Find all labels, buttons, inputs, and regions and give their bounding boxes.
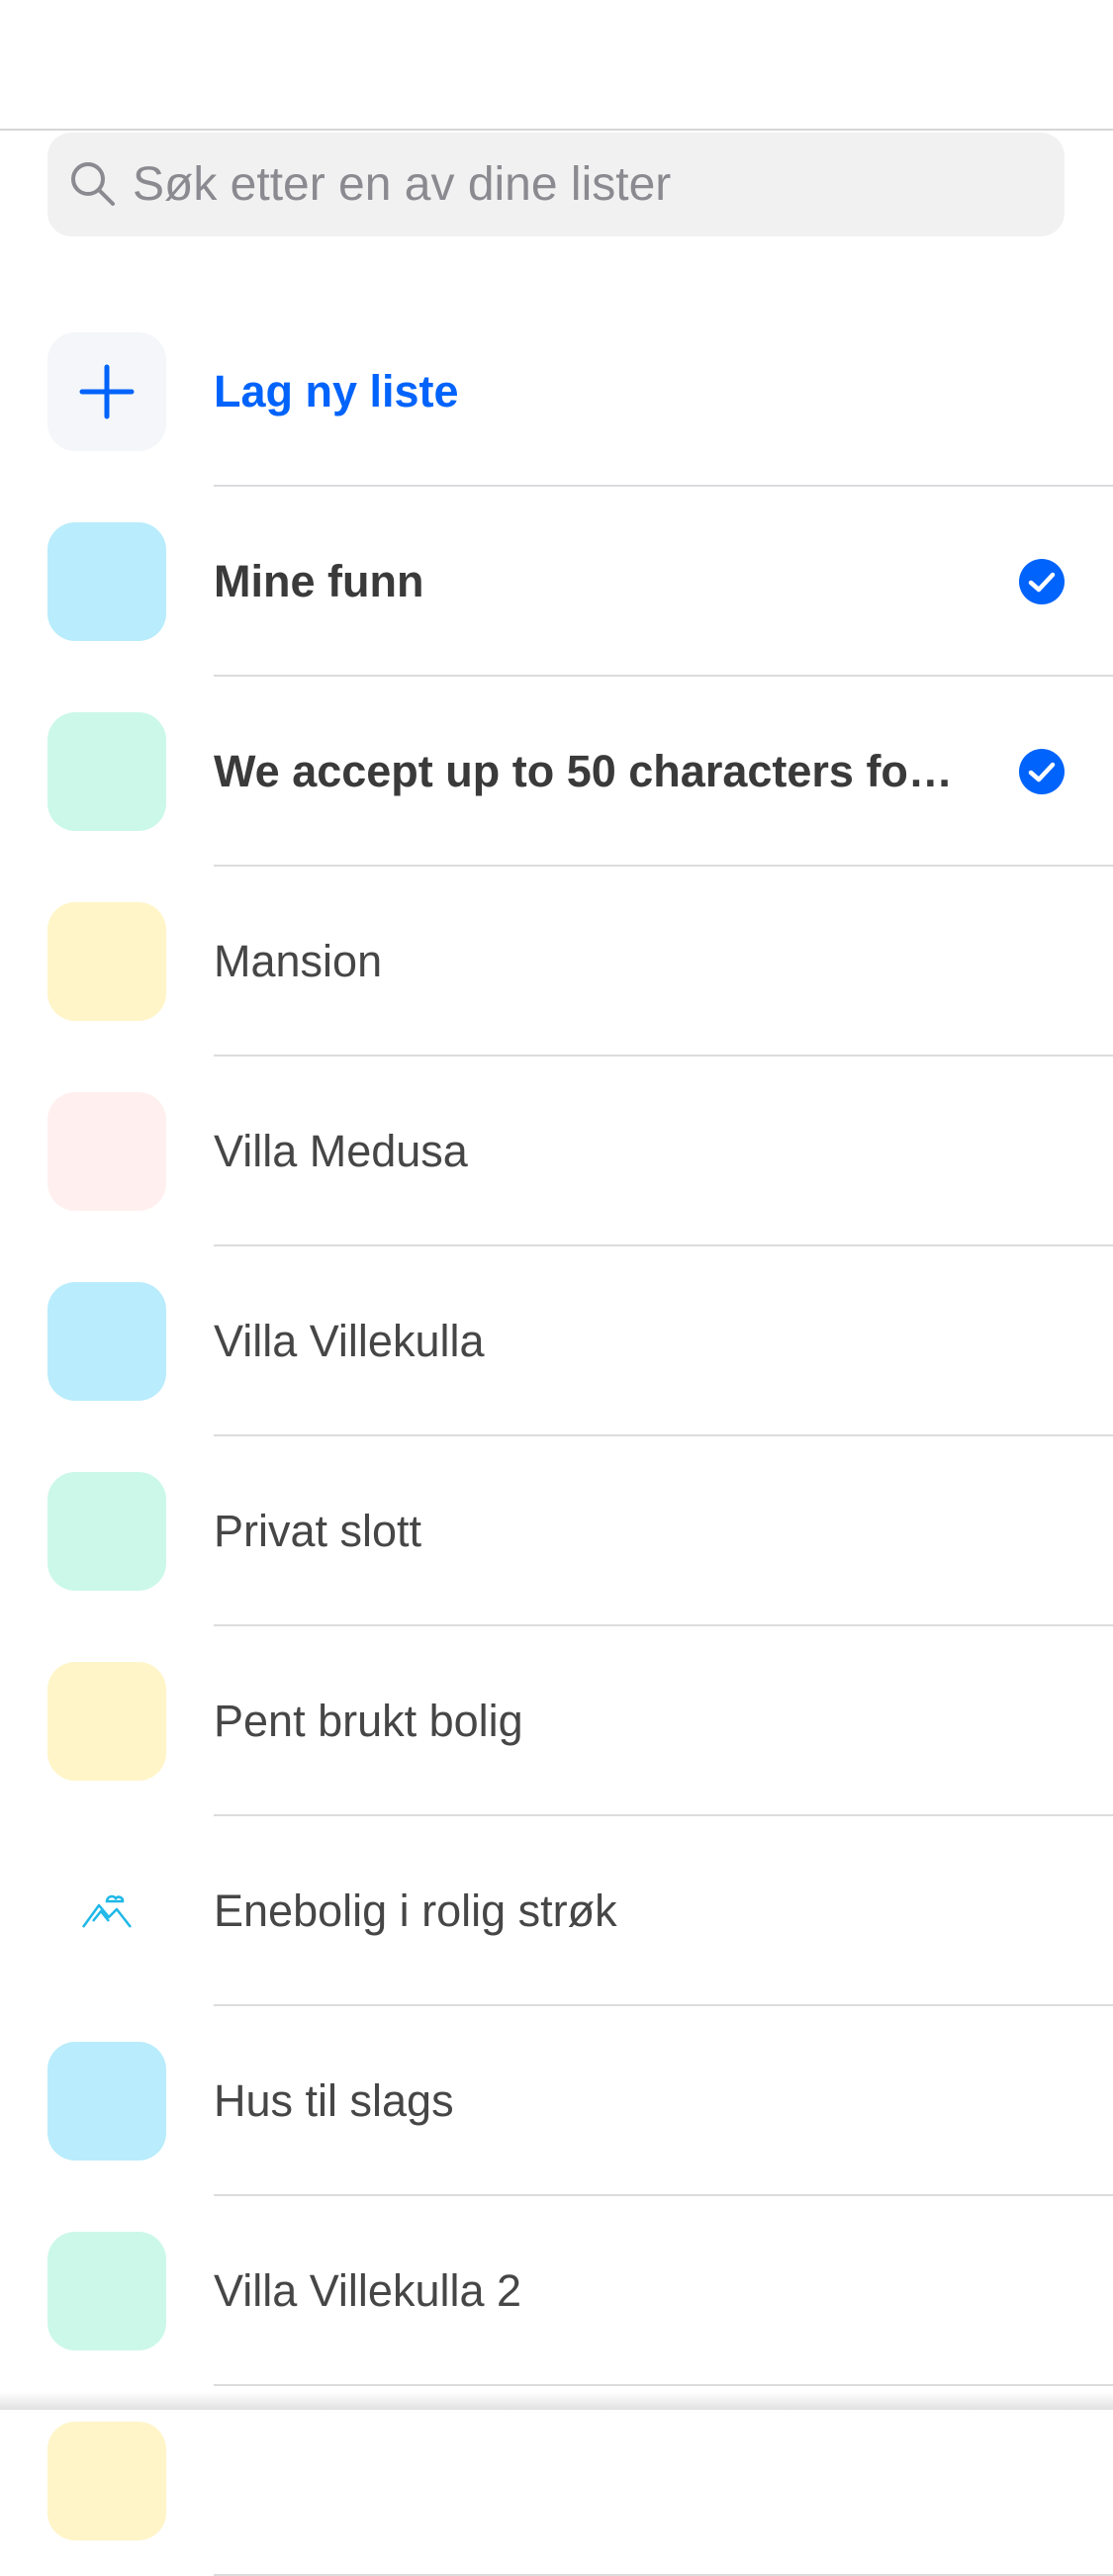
list-item-label: Mansion <box>214 936 383 986</box>
create-list-label[interactable]: Lag ny liste <box>214 297 459 487</box>
search-input[interactable] <box>133 133 1043 236</box>
image-placeholder-icon <box>47 1852 166 1971</box>
list-item[interactable]: Mansion <box>0 867 1113 1057</box>
list-color-swatch <box>47 2042 166 2161</box>
list-item[interactable] <box>0 2386 1113 2576</box>
list-item-label: Villa Medusa <box>214 1126 468 1176</box>
list-item-label: Hus til slags <box>214 2075 454 2126</box>
search-bar[interactable] <box>47 133 1065 236</box>
lists-list: Lag ny liste Mine funn We accept up to 50… <box>0 297 1113 2576</box>
list-item-label: Enebolig i rolig strøk <box>214 1886 617 1936</box>
list-item[interactable]: Villa Villekulla 2 <box>0 2196 1113 2386</box>
list-color-swatch <box>47 902 166 1021</box>
create-list-button[interactable] <box>47 332 166 451</box>
list-color-swatch <box>47 1472 166 1591</box>
list-color-swatch <box>47 712 166 831</box>
search-icon <box>71 162 115 206</box>
list-color-swatch <box>47 2422 166 2540</box>
top-bar <box>0 0 1113 131</box>
list-color-swatch <box>47 522 166 641</box>
list-color-swatch <box>47 1662 166 1781</box>
list-item[interactable]: Mine funn <box>0 487 1113 677</box>
bottom-edge-shadow <box>0 2392 1113 2410</box>
list-item[interactable]: Villa Medusa <box>0 1057 1113 1246</box>
list-item[interactable]: Privat slott <box>0 1436 1113 1626</box>
list-item[interactable]: Enebolig i rolig strøk <box>0 1816 1113 2006</box>
list-color-swatch <box>47 1092 166 1211</box>
list-color-swatch <box>47 1282 166 1401</box>
checkmark-icon[interactable] <box>1018 748 1066 795</box>
list-item[interactable]: We accept up to 50 characters for… <box>0 677 1113 867</box>
list-item[interactable]: Villa Villekulla <box>0 1246 1113 1436</box>
list-item-label: We accept up to 50 characters for… <box>214 746 966 796</box>
list-item-label: Villa Villekulla <box>214 1316 485 1366</box>
list-color-swatch <box>47 2232 166 2350</box>
plus-icon <box>79 364 135 419</box>
create-list-row[interactable]: Lag ny liste <box>0 297 1113 487</box>
checkmark-icon[interactable] <box>1018 558 1066 605</box>
list-item-label: Pent brukt bolig <box>214 1696 523 1746</box>
list-item-label: Mine funn <box>214 556 424 606</box>
list-item-label: Villa Villekulla 2 <box>214 2265 522 2316</box>
list-item-label: Privat slott <box>214 1506 422 1556</box>
list-item[interactable]: Hus til slags <box>0 2006 1113 2196</box>
list-item[interactable]: Pent brukt bolig <box>0 1626 1113 1816</box>
